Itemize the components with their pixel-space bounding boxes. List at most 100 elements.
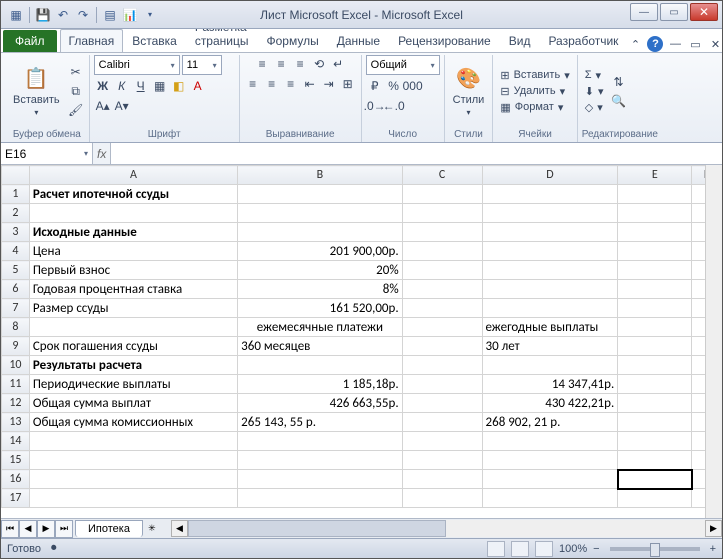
cell-E14[interactable] — [618, 432, 692, 451]
hscroll-thumb[interactable] — [188, 520, 447, 537]
cell-E16[interactable] — [618, 470, 692, 489]
sheet-nav-first-icon[interactable]: ⏮ — [1, 520, 19, 538]
cell-E10[interactable] — [618, 356, 692, 375]
row-header-17[interactable]: 17 — [2, 489, 30, 508]
row-header-16[interactable]: 16 — [2, 470, 30, 489]
row-header-15[interactable]: 15 — [2, 451, 30, 470]
tab-file[interactable]: Файл — [3, 30, 57, 52]
paste-button[interactable]: 📋 Вставить ▾ — [9, 64, 64, 119]
cell-A1[interactable]: Расчет ипотечной ссуды — [29, 185, 237, 204]
cell-A14[interactable] — [29, 432, 237, 451]
cell-B5[interactable]: 20% — [238, 261, 402, 280]
align-top-icon[interactable]: ≡ — [253, 55, 271, 73]
border-button[interactable]: ▦ — [151, 77, 169, 95]
currency-icon[interactable]: ₽ — [366, 77, 384, 95]
orientation-icon[interactable]: ⟲ — [310, 55, 328, 73]
cell-B13[interactable]: 265 143, 55 р. — [238, 413, 402, 432]
cell-C13[interactable] — [402, 413, 482, 432]
horizontal-scrollbar[interactable]: ◀ ▶ — [171, 519, 722, 538]
qat-btn-2[interactable]: 📊 — [121, 6, 139, 24]
cell-C6[interactable] — [402, 280, 482, 299]
sheet-tab[interactable]: Ипотека — [75, 520, 143, 537]
row-header-9[interactable]: 9 — [2, 337, 30, 356]
cell-D5[interactable] — [482, 261, 618, 280]
tab-data[interactable]: Данные — [328, 29, 389, 52]
sheet-nav-prev-icon[interactable]: ◀ — [19, 520, 37, 538]
row-header-13[interactable]: 13 — [2, 413, 30, 432]
vertical-scrollbar[interactable] — [705, 165, 722, 518]
cell-B3[interactable] — [238, 223, 402, 242]
normal-view-icon[interactable] — [487, 541, 505, 557]
redo-icon[interactable]: ↷ — [74, 6, 92, 24]
cell-D4[interactable] — [482, 242, 618, 261]
cell-D9[interactable]: 30 лет — [482, 337, 618, 356]
cell-A9[interactable]: Срок погашения ссуды — [29, 337, 237, 356]
hscroll-right-icon[interactable]: ▶ — [705, 520, 722, 537]
font-name-combo[interactable]: Calibri▾ — [94, 55, 180, 75]
cell-C2[interactable] — [402, 204, 482, 223]
col-header-D[interactable]: D — [482, 166, 618, 185]
excel-icon[interactable]: ▦ — [7, 6, 25, 24]
close-button[interactable]: ✕ — [690, 3, 718, 21]
help-icon[interactable]: ? — [647, 36, 663, 52]
shrink-font-icon[interactable]: A▾ — [113, 97, 131, 115]
cell-E6[interactable] — [618, 280, 692, 299]
row-header-12[interactable]: 12 — [2, 394, 30, 413]
fill-color-button[interactable]: ◧ — [170, 77, 188, 95]
hscroll-left-icon[interactable]: ◀ — [171, 520, 188, 537]
styles-button[interactable]: 🎨 Стили ▾ — [449, 64, 489, 119]
cell-E9[interactable] — [618, 337, 692, 356]
worksheet-grid[interactable]: ABCDEF1Расчет ипотечной ссуды23Исходные … — [1, 165, 722, 518]
cell-C16[interactable] — [402, 470, 482, 489]
format-painter-icon[interactable]: 🖌 — [67, 101, 85, 119]
cell-E1[interactable] — [618, 185, 692, 204]
new-sheet-icon[interactable]: ✳ — [143, 520, 161, 538]
cell-E8[interactable] — [618, 318, 692, 337]
comma-icon[interactable]: 000 — [404, 77, 422, 95]
align-bottom-icon[interactable]: ≡ — [291, 55, 309, 73]
align-center-icon[interactable]: ≡ — [263, 75, 281, 93]
cell-C7[interactable] — [402, 299, 482, 318]
col-header-A[interactable]: A — [29, 166, 237, 185]
pagelayout-view-icon[interactable] — [511, 541, 529, 557]
cell-D17[interactable] — [482, 489, 618, 508]
row-header-5[interactable]: 5 — [2, 261, 30, 280]
underline-button[interactable]: Ч — [132, 77, 150, 95]
select-all-cell[interactable] — [2, 166, 30, 185]
cell-D1[interactable] — [482, 185, 618, 204]
undo-icon[interactable]: ↶ — [54, 6, 72, 24]
autosum-button[interactable]: Σ▾ — [582, 68, 607, 83]
cell-E2[interactable] — [618, 204, 692, 223]
row-header-1[interactable]: 1 — [2, 185, 30, 204]
cell-A4[interactable]: Цена — [29, 242, 237, 261]
cell-A16[interactable] — [29, 470, 237, 489]
cell-B9[interactable]: 360 месяцев — [238, 337, 402, 356]
col-header-E[interactable]: E — [618, 166, 692, 185]
increase-decimal-icon[interactable]: .0→ — [366, 97, 384, 115]
tab-developer[interactable]: Разработчик — [539, 29, 627, 52]
tab-view[interactable]: Вид — [500, 29, 540, 52]
cell-B11[interactable]: 1 185,18р. — [238, 375, 402, 394]
cell-B1[interactable] — [238, 185, 402, 204]
cell-D11[interactable]: 14 347,41р. — [482, 375, 618, 394]
cell-A12[interactable]: Общая сумма выплат — [29, 394, 237, 413]
cell-B17[interactable] — [238, 489, 402, 508]
minimize-ribbon-icon[interactable]: ⌃ — [627, 36, 643, 52]
cell-D3[interactable] — [482, 223, 618, 242]
cell-C15[interactable] — [402, 451, 482, 470]
italic-button[interactable]: К — [113, 77, 131, 95]
cell-D13[interactable]: 268 902, 21 р. — [482, 413, 618, 432]
cell-C10[interactable] — [402, 356, 482, 375]
cell-C12[interactable] — [402, 394, 482, 413]
cells-format-button[interactable]: ▦Формат ▾ — [497, 100, 572, 115]
cell-B14[interactable] — [238, 432, 402, 451]
cell-B15[interactable] — [238, 451, 402, 470]
cell-C5[interactable] — [402, 261, 482, 280]
row-header-7[interactable]: 7 — [2, 299, 30, 318]
font-color-button[interactable]: A — [189, 77, 207, 95]
doc-close-icon[interactable]: ✕ — [707, 36, 723, 52]
cell-D10[interactable] — [482, 356, 618, 375]
zoom-in-icon[interactable]: + — [710, 543, 716, 555]
tab-home[interactable]: Главная — [60, 29, 124, 52]
cell-E5[interactable] — [618, 261, 692, 280]
